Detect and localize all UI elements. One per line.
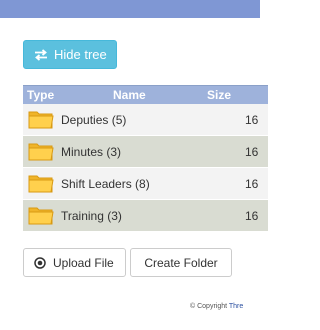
row-name: Deputies (5) [61,113,127,127]
column-header-size[interactable]: Size [207,88,231,102]
table-row[interactable]: Shift Leaders (8) 16 [23,168,268,200]
table-header: Type Name Size [23,86,268,104]
folder-icon [28,175,54,193]
upload-file-label: Upload File [53,255,114,270]
folder-icon [28,143,54,161]
folder-icon [28,207,54,225]
file-table: Type Name Size Deputies (5) 16 Minutes (… [23,85,268,232]
hide-tree-label: Hide tree [54,47,107,62]
table-row[interactable]: Minutes (3) 16 [23,136,268,168]
row-name: Shift Leaders (8) [61,177,150,191]
row-size: 16 [245,177,259,191]
column-header-name[interactable]: Name [113,88,146,102]
footer-copyright: © Copyright Thre [190,303,243,310]
copyright-text: © Copyright [190,303,228,310]
row-size: 16 [245,145,259,159]
upload-file-button[interactable]: Upload File [23,248,126,277]
top-banner [0,0,260,18]
row-size: 16 [245,113,259,127]
table-row[interactable]: Training (3) 16 [23,200,268,232]
exchange-arrows-icon [35,48,47,61]
create-folder-button[interactable]: Create Folder [130,248,232,277]
hide-tree-button[interactable]: Hide tree [23,40,117,69]
upload-circle-icon [34,256,46,269]
row-name: Minutes (3) [61,145,122,159]
folder-icon [28,111,54,129]
row-size: 16 [245,209,259,223]
row-name: Training (3) [61,209,122,223]
create-folder-label: Create Folder [144,255,218,270]
table-row[interactable]: Deputies (5) 16 [23,104,268,136]
copyright-link[interactable]: Thre [229,303,243,310]
column-header-type[interactable]: Type [27,88,54,102]
